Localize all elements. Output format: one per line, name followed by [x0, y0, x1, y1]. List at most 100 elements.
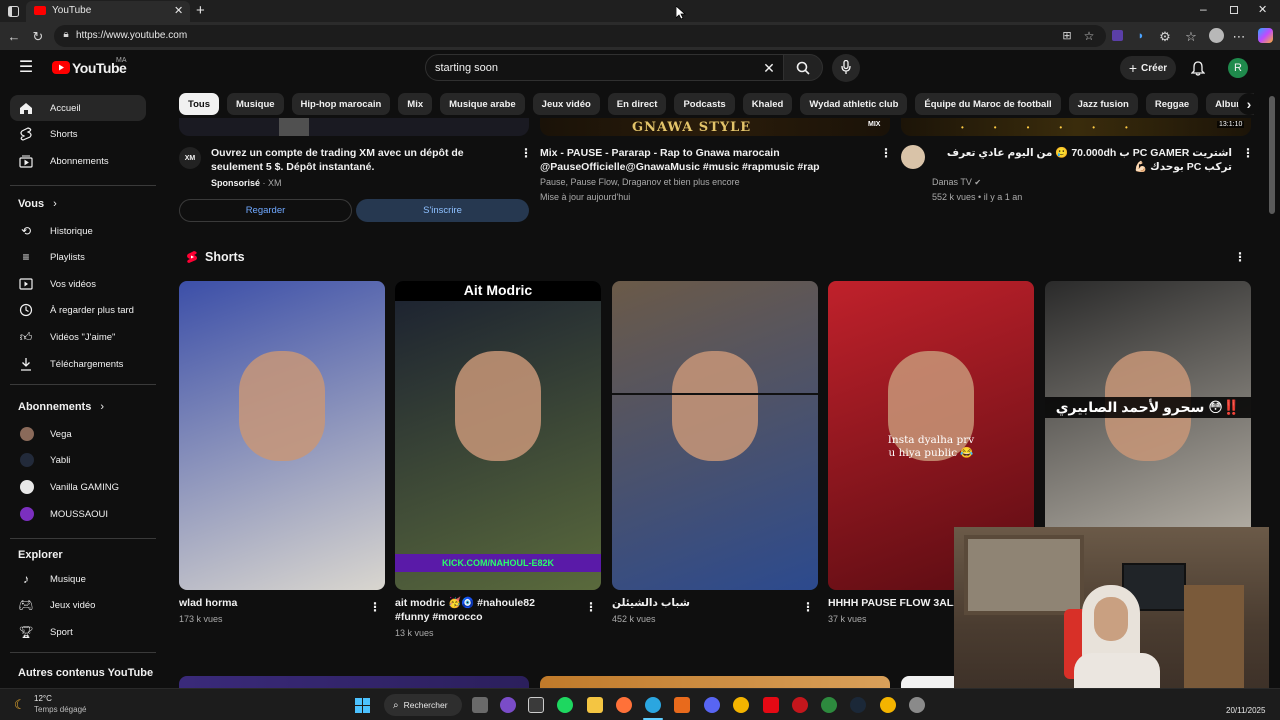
minimize-icon[interactable]: –: [1200, 2, 1207, 16]
sidebar-subscription-item[interactable]: MOUSSAOUI: [10, 501, 146, 527]
youtube-logo[interactable]: YouTube MA: [52, 57, 162, 79]
ad-watch-button[interactable]: Regarder: [179, 199, 352, 222]
sidebar-item-music[interactable]: ♪ Musique: [10, 566, 146, 592]
ad-thumbnail[interactable]: [179, 118, 529, 136]
sidebar-subscription-item[interactable]: Vanilla GAMING: [10, 474, 146, 500]
new-tab-icon[interactable]: +: [196, 2, 205, 19]
sidebar-item-your-videos[interactable]: Vos vidéos: [10, 271, 146, 297]
filter-chip[interactable]: Khaled: [742, 93, 793, 115]
more-options-icon[interactable]: ⋮: [520, 146, 532, 160]
file-explorer-icon[interactable]: [587, 697, 603, 713]
more-options-icon[interactable]: ⋮: [880, 146, 892, 160]
sidebar-item-subscriptions[interactable]: Abonnements: [10, 148, 146, 174]
next-row-thumbnail[interactable]: [179, 676, 529, 688]
steam-icon[interactable]: [850, 697, 866, 713]
filter-chip[interactable]: Jeux vidéo: [532, 93, 600, 115]
filter-chip[interactable]: Musique: [227, 93, 284, 115]
subscriptions-section-header[interactable]: Abonnements ›: [18, 401, 104, 413]
search-input[interactable]: starting soon: [435, 62, 498, 74]
more-options-icon[interactable]: ⋮: [585, 600, 597, 614]
task-view-icon[interactable]: [472, 697, 488, 713]
more-options-icon[interactable]: ⋮: [802, 600, 814, 614]
taskbar-search[interactable]: ⌕ Rechercher: [384, 694, 462, 716]
profile-avatar[interactable]: [1209, 28, 1224, 43]
chrome-icon[interactable]: [733, 697, 749, 713]
weather-desc[interactable]: Temps dégagé: [34, 705, 86, 714]
app-icon[interactable]: [528, 697, 544, 713]
sidebar-item-history[interactable]: ⟲ Historique: [10, 218, 146, 244]
sidebar-item-home[interactable]: Accueil: [10, 95, 146, 121]
filter-chip[interactable]: Musique arabe: [440, 93, 525, 115]
apps-icon[interactable]: ⊞: [1060, 29, 1074, 43]
xbox-icon[interactable]: [821, 697, 837, 713]
window-close-icon[interactable]: ✕: [1258, 3, 1267, 16]
short-title[interactable]: ait modric 🥳🧿 #nahoule82 #funny #morocco: [395, 596, 571, 624]
clear-search-icon[interactable]: ✕: [762, 61, 776, 75]
collections-icon[interactable]: ☆: [1184, 29, 1198, 43]
more-menu-icon[interactable]: ⋯: [1232, 29, 1246, 43]
short-thumbnail[interactable]: [179, 281, 385, 590]
app-icon[interactable]: [792, 697, 808, 713]
xm-channel-avatar[interactable]: XM: [179, 147, 201, 169]
filter-chip[interactable]: En direct: [607, 93, 667, 115]
filter-chip[interactable]: Mix: [398, 93, 433, 115]
mix-video-title[interactable]: Mix - PAUSE - Pararap - Rap to Gnawa mar…: [540, 146, 870, 174]
filter-chip[interactable]: Tous: [179, 93, 219, 115]
notifications-bell-icon[interactable]: [1190, 60, 1206, 76]
url-field[interactable]: 🔒︎ https://www.youtube.com ⊞ ☆: [54, 25, 1106, 47]
danas-channel-avatar[interactable]: [901, 145, 925, 169]
maximize-icon[interactable]: [1230, 6, 1238, 14]
discord-icon[interactable]: [704, 697, 720, 713]
more-options-icon[interactable]: ⋮: [369, 600, 381, 614]
sidebar-item-shorts[interactable]: Shorts: [10, 121, 146, 147]
reload-icon[interactable]: ↻: [30, 28, 46, 44]
more-options-icon[interactable]: ⋮: [1242, 146, 1254, 160]
short-thumbnail[interactable]: Ait Modric KICK.COM/NAHOUL-E82K: [395, 281, 601, 590]
sidebar-item-playlists[interactable]: ≡ Playlists: [10, 244, 146, 270]
menu-hamburger-icon[interactable]: ☰: [18, 60, 34, 76]
filter-chip[interactable]: Hip-hop marocain: [291, 93, 391, 115]
firefox-icon[interactable]: [616, 697, 632, 713]
pc-gamer-video-title[interactable]: اشتريت PC GAMER ب 70.000dh 🥲 من اليوم عا…: [932, 146, 1232, 174]
tab-close-icon[interactable]: ✕: [174, 4, 183, 17]
short-thumbnail[interactable]: [612, 281, 818, 590]
search-button[interactable]: [783, 54, 823, 81]
favorite-star-icon[interactable]: ☆: [1082, 29, 1096, 43]
filter-chip[interactable]: Jazz fusion: [1068, 93, 1138, 115]
pc-gamer-thumbnail[interactable]: •••••• 13:1:10: [901, 118, 1251, 136]
ad-title[interactable]: Ouvrez un compte de trading XM avec un d…: [211, 146, 516, 174]
short-title[interactable]: شباب دالشيئلن: [612, 596, 788, 610]
sidebar-item-liked-videos[interactable]: 👍︎ Vidéos "J'aime": [10, 324, 146, 350]
page-scrollbar-thumb[interactable]: [1269, 96, 1275, 214]
netflix-icon[interactable]: [763, 697, 779, 713]
ad-subscribe-button[interactable]: S'inscrire: [356, 199, 529, 222]
sidebar-item-gaming[interactable]: 🎮︎ Jeux vidéo: [10, 592, 146, 618]
short-title[interactable]: wlad horma: [179, 596, 355, 610]
weather-temp[interactable]: 12°C: [34, 694, 52, 703]
extension-icon[interactable]: [1112, 30, 1123, 41]
tab-actions-icon[interactable]: [6, 4, 20, 18]
app-icon[interactable]: [909, 697, 925, 713]
mix-thumbnail[interactable]: GNAWA STYLE MIX: [540, 118, 890, 136]
taskbar-date[interactable]: 20/11/2025: [1226, 706, 1265, 715]
filter-chip[interactable]: Podcasts: [674, 93, 735, 115]
chrome-icon[interactable]: [880, 697, 896, 713]
shorts-more-options-icon[interactable]: ⋮: [1234, 250, 1246, 264]
chips-next-button[interactable]: ›: [1238, 93, 1260, 115]
filter-chip[interactable]: Équipe du Maroc de football: [915, 93, 1061, 115]
sidebar-subscription-item[interactable]: Vega: [10, 421, 146, 447]
sidebar-item-sport[interactable]: 🏆︎ Sport: [10, 619, 146, 645]
read-aloud-icon[interactable]: ◗: [1134, 29, 1148, 43]
browser-tab-youtube[interactable]: YouTube ✕: [26, 1, 190, 22]
back-icon[interactable]: ←: [6, 28, 22, 44]
filter-chip[interactable]: Wydad athletic club: [800, 93, 908, 115]
account-avatar[interactable]: R: [1228, 58, 1248, 78]
app-icon[interactable]: [674, 697, 690, 713]
next-row-thumbnail[interactable]: [901, 676, 961, 688]
danas-channel-name[interactable]: Danas TV ✔︎: [932, 177, 981, 187]
windows-start-icon[interactable]: [355, 698, 370, 718]
extensions-puzzle-icon[interactable]: ⚙: [1158, 29, 1172, 43]
copilot-icon[interactable]: [1258, 28, 1273, 43]
sidebar-item-watch-later[interactable]: À regarder plus tard: [10, 297, 146, 323]
sidebar-subscription-item[interactable]: Yabli: [10, 447, 146, 473]
